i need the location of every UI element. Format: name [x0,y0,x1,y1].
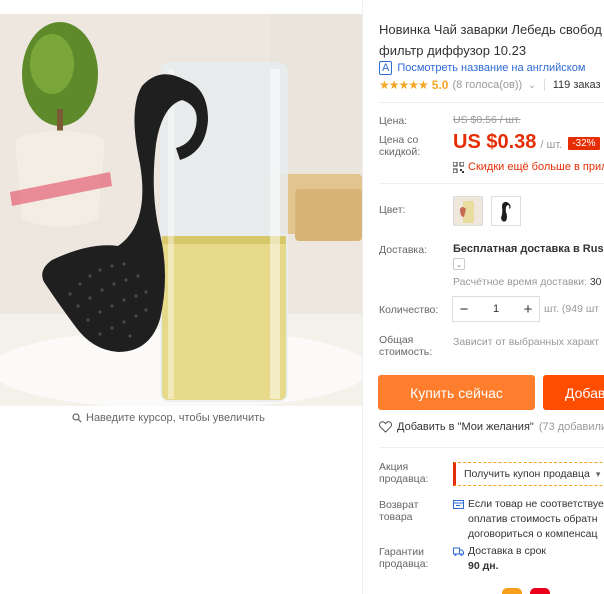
divider [543,79,545,91]
color-label: Цвет: [379,204,406,216]
total-value: Зависит от выбранных характ [453,336,600,348]
rating-value: 5.0 [431,78,449,92]
translate-title-text[interactable]: Посмотреть название на английском [397,62,585,74]
star-rating-icon: ★★★★★ [379,78,429,92]
stock-available: шт. (949 шт [544,303,600,315]
current-price-row: US $0.38 / шт. -32% [453,131,600,154]
magnifier-icon [72,413,82,423]
rating-row: ★★★★★ 5.0 (8 голоса(ов)) ⌄ 119 заказ [379,78,601,92]
delivery-truck-icon [453,547,464,556]
total-label: Общая стоимость: [379,334,433,358]
chevron-down-icon[interactable]: ▾ [596,469,601,480]
returns-info: Если товар не соответствуе оплатив стоим… [453,497,604,542]
quantity-increase-button[interactable]: + [517,301,539,318]
zoom-hint: Наведите курсор, чтобы увеличить [72,412,265,424]
quantity-decrease-button[interactable]: − [453,301,475,318]
translate-title-link[interactable]: A Посмотреть название на английском [379,61,585,75]
quantity-stepper[interactable]: − 1 + [452,296,540,322]
buy-now-button[interactable]: Купить сейчас [378,375,535,410]
divider [379,447,604,448]
quantity-input[interactable]: 1 [493,303,499,315]
product-info-panel: Новинка Чай заварки Лебедь свобод фильтр… [362,0,604,594]
zoom-hint-text: Наведите курсор, чтобы увеличить [86,412,265,424]
product-main-image[interactable] [0,14,362,406]
get-coupon-text[interactable]: Получить купон продавца [464,468,590,480]
discount-price-label: Цена со скидкой: [379,134,421,158]
discount-badge: -32% [568,137,600,150]
price-label: Цена: [379,115,408,127]
delivery-label: Доставка: [379,244,428,256]
swatch-thumbnail [454,197,482,225]
swatch-thumbnail [492,197,520,225]
delivery-estimate: Расчётное время доставки: 30 [453,276,602,288]
price-unit: / шт. [540,139,563,151]
old-price: US $0.56 / шт. [453,114,521,126]
guarantee-label: Гарантии продавца: [379,546,429,570]
get-coupon-button[interactable]: Получить купон продавца ▾ [453,462,604,486]
app-discount-link[interactable]: Скидки ещё больше в прил [453,161,604,173]
divider [379,183,604,184]
divider [362,0,363,594]
chevron-down-icon[interactable]: ⌄ [453,258,465,270]
return-box-icon [453,500,464,509]
app-discount-text[interactable]: Скидки ещё больше в прил [468,161,604,173]
votes-count[interactable]: (8 голоса(ов)) [452,79,522,91]
seller-promo-label: Акция продавца: [379,461,429,485]
divider [379,102,604,103]
color-swatch-option-2[interactable] [491,196,521,226]
payment-icons [502,588,550,594]
product-title: Новинка Чай заварки Лебедь свобод фильтр… [379,22,602,58]
card-icon [530,588,550,594]
qr-code-icon [453,161,464,173]
translate-icon: A [379,61,393,75]
returns-label: Возврат товара [379,499,419,523]
chevron-down-icon[interactable]: ⌄ [528,80,536,91]
wishlist-count: (73 добавили) [538,421,604,433]
current-price: US $0.38 [453,131,537,153]
add-to-cart-button[interactable]: Добав [543,375,604,410]
heart-icon [379,421,392,433]
wishlist-text[interactable]: Добавить в "Мои желания" [397,421,534,433]
guarantee-info: Доставка в срок 90 дн. [453,544,546,574]
delivery-estimate-value: 30 [589,276,602,288]
quantity-label: Количество: [379,304,439,316]
delivery-value[interactable]: Бесплатная доставка в Russi [453,243,604,255]
add-to-wishlist-link[interactable]: Добавить в "Мои желания" (73 добавили) [379,421,604,433]
orders-count: 119 заказ [552,79,601,91]
product-photo-illustration [0,14,362,406]
color-swatch-option-1[interactable] [453,196,483,226]
mastercard-icon [502,588,522,594]
